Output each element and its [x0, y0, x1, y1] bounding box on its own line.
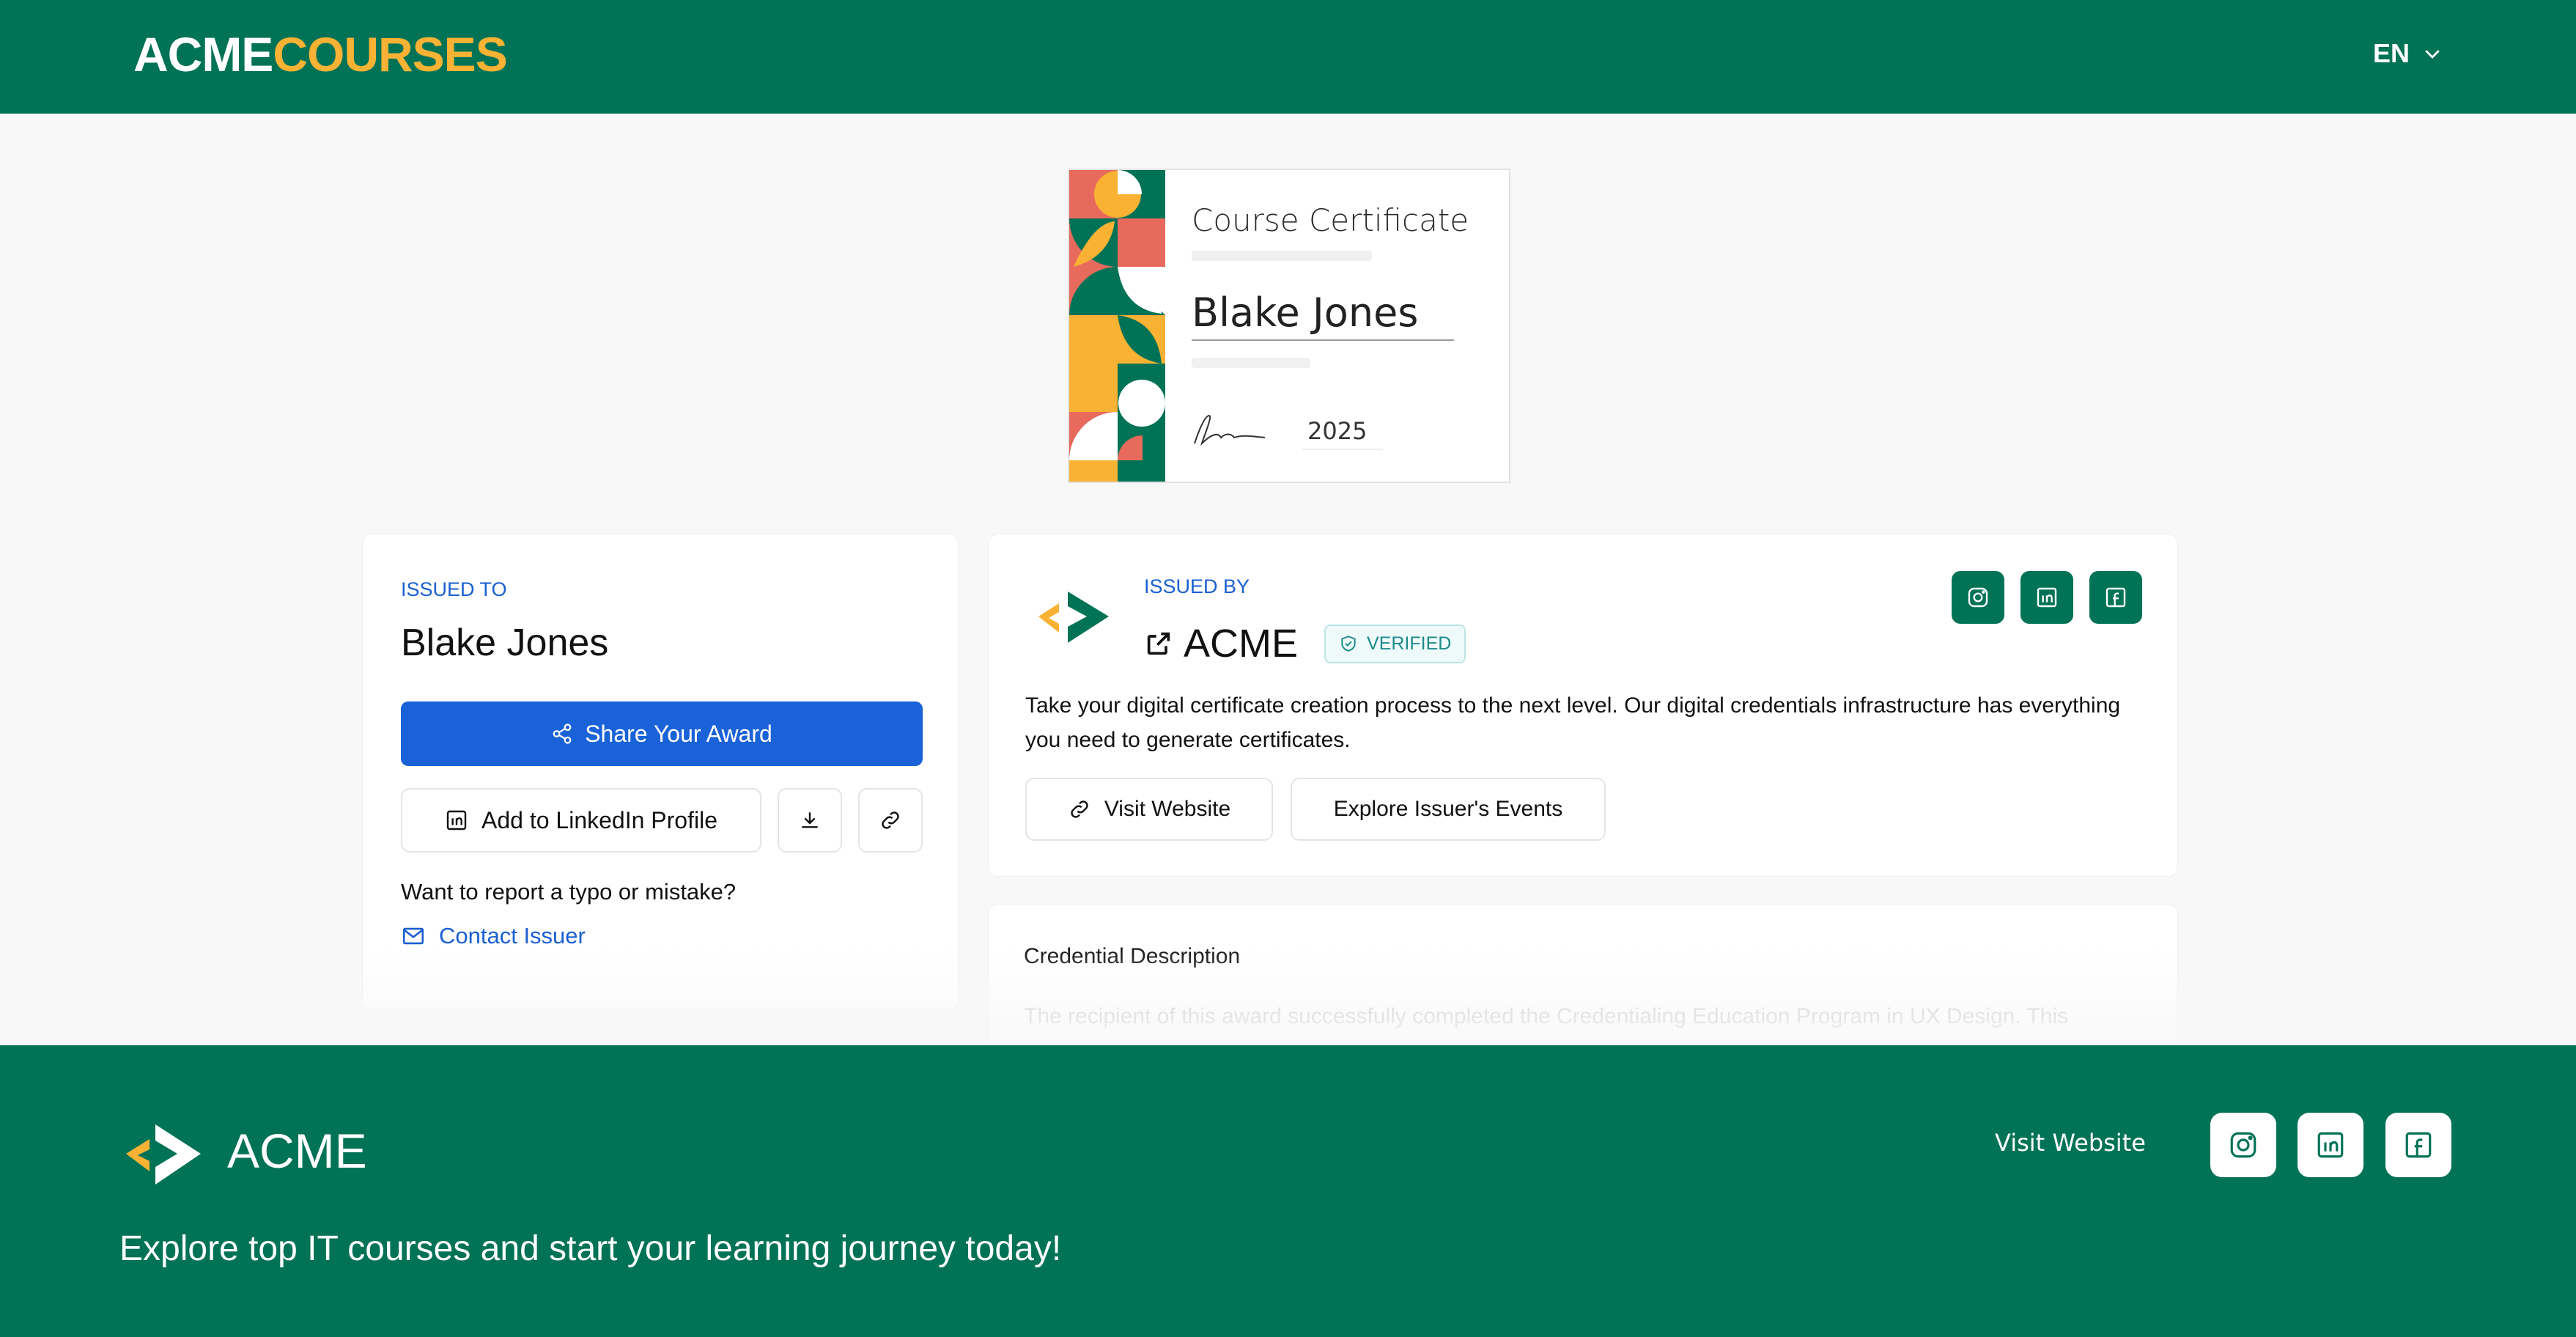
certificate-name-underline	[1192, 339, 1454, 341]
chevron-down-icon	[2425, 50, 2440, 59]
recipient-name: Blake Jones	[401, 622, 609, 664]
recipient-card: ISSUED TO Blake Jones Share Your Award A…	[362, 534, 959, 1010]
linkedin-icon	[2037, 587, 2057, 608]
footer-visit-website-link[interactable]: Visit Website	[1995, 1129, 2146, 1157]
issuer-card: ISSUED BY ACME VERIFIED Take your digita…	[988, 534, 2178, 877]
share-icon	[553, 723, 572, 744]
issuer-instagram-button[interactable]	[1952, 571, 2004, 624]
page-footer: ACME Explore top IT courses and start yo…	[0, 1045, 2576, 1337]
certificate-placeholder-bar	[1192, 251, 1372, 261]
verified-label: VERIFIED	[1367, 633, 1452, 654]
add-to-linkedin-button[interactable]: Add to LinkedIn Profile	[401, 788, 761, 852]
contact-issuer-link[interactable]: Contact Issuer	[401, 923, 586, 949]
certificate-year: 2025	[1307, 417, 1368, 445]
footer-brand: ACME	[227, 1124, 367, 1178]
share-award-button[interactable]: Share Your Award	[401, 701, 923, 766]
credential-description-card: Credential Description The recipient of …	[988, 904, 2178, 1050]
shield-check-icon	[1341, 636, 1356, 652]
facebook-icon	[2106, 587, 2126, 608]
linkedin-icon	[446, 810, 467, 830]
report-mistake-text: Want to report a typo or mistake?	[401, 879, 737, 905]
instagram-icon	[2230, 1132, 2256, 1158]
site-logo[interactable]: ACMECOURSES	[133, 26, 508, 82]
credential-description-title: Credential Description	[1024, 944, 1241, 968]
explore-events-label: Explore Issuer's Events	[1333, 797, 1563, 821]
instagram-icon	[1968, 587, 1988, 608]
footer-instagram-button[interactable]	[2210, 1113, 2276, 1177]
logo-text-accent: COURSES	[273, 27, 507, 81]
certificate-title: Course Certificate	[1192, 202, 1469, 238]
facebook-icon	[2405, 1132, 2432, 1158]
credential-description-text: The recipient of this award successfully…	[1024, 1004, 2069, 1028]
language-label: EN	[2373, 38, 2410, 68]
issuer-description: Take your digital certificate creation p…	[1025, 693, 2121, 752]
linkedin-icon	[2317, 1132, 2344, 1158]
certificate-preview[interactable]: Course Certificate Blake Jones 2025	[1068, 169, 1510, 483]
mail-icon	[402, 927, 424, 945]
certificate-recipient: Blake Jones	[1192, 290, 1419, 336]
copy-link-button[interactable]	[858, 788, 923, 852]
logo-text-primary: ACME	[133, 27, 273, 81]
language-selector[interactable]: EN	[2373, 38, 2443, 69]
certificate-year-underline	[1302, 449, 1383, 450]
explore-events-button[interactable]: Explore Issuer's Events	[1291, 778, 1606, 841]
visit-website-button[interactable]: Visit Website	[1025, 778, 1273, 841]
linkedin-label: Add to LinkedIn Profile	[481, 806, 717, 833]
issuer-name-row: ACME VERIFIED	[1144, 621, 1466, 666]
certificate-pattern	[1069, 170, 1165, 482]
external-link-icon[interactable]	[1144, 629, 1173, 658]
acme-logo-icon	[126, 1124, 201, 1185]
footer-linkedin-button[interactable]	[2298, 1113, 2363, 1177]
certificate-placeholder-bar	[1192, 358, 1310, 368]
issuer-linkedin-button[interactable]	[2020, 571, 2073, 624]
issued-to-label: ISSUED TO	[401, 578, 507, 600]
verified-badge: VERIFIED	[1324, 624, 1466, 663]
link-icon	[882, 811, 899, 829]
issued-by-label: ISSUED BY	[1144, 575, 1250, 597]
top-header: ACMECOURSES EN	[0, 0, 2576, 114]
footer-tagline: Explore top IT courses and start your le…	[119, 1229, 1062, 1268]
issuer-facebook-button[interactable]	[2089, 571, 2142, 624]
download-button[interactable]	[778, 788, 842, 852]
signature-icon	[1194, 414, 1266, 446]
issuer-name[interactable]: ACME	[1184, 621, 1298, 666]
contact-issuer-label: Contact Issuer	[439, 923, 586, 949]
visit-website-label: Visit Website	[1104, 797, 1231, 821]
share-award-label: Share Your Award	[585, 720, 772, 747]
link-icon	[1071, 800, 1088, 818]
acme-logo-icon	[1038, 592, 1109, 643]
footer-facebook-button[interactable]	[2385, 1113, 2451, 1177]
download-icon	[802, 812, 818, 828]
